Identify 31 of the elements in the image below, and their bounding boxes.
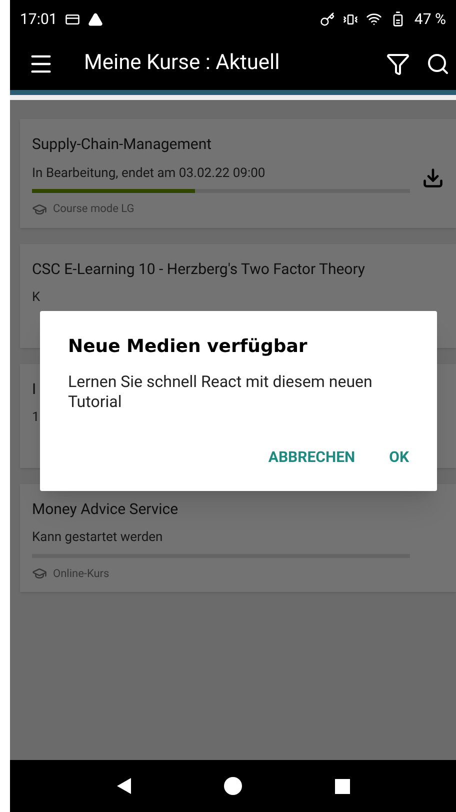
- course-title: CSC E-Learning 10 - Herzberg's Two Factor Theory: [32, 258, 366, 280]
- filter-button[interactable]: [386, 52, 410, 76]
- course-title: I: [32, 378, 36, 400]
- course-title: Supply-Chain-Management: [32, 134, 212, 155]
- cancel-button[interactable]: ABBRECHEN: [256, 440, 368, 474]
- card-icon: [65, 12, 80, 26]
- course-mode: Online-Kurs: [53, 566, 110, 582]
- course-mode: Course mode LG: [53, 201, 134, 217]
- recents-icon[interactable]: [334, 778, 350, 794]
- course-title: Money Advice Service: [32, 498, 178, 520]
- warning-icon: [88, 12, 104, 26]
- course-status: K: [32, 289, 42, 307]
- dialog-message: Lernen Sie schnell React mit diesem neuen Tutorial: [68, 372, 374, 412]
- download-icon[interactable]: [422, 167, 444, 190]
- course-card[interactable]: Money Advice Service Kann gestartet werden Online-Kurs: [20, 484, 456, 592]
- home-icon[interactable]: [224, 777, 242, 795]
- back-icon[interactable]: [116, 778, 130, 794]
- wifi-icon: [366, 11, 382, 27]
- vibrate-icon: [343, 12, 358, 26]
- status-time: 17:01: [20, 8, 58, 30]
- key-icon: [320, 12, 336, 26]
- battery-level: 47 %: [414, 8, 446, 30]
- course-card[interactable]: Supply-Chain-Management In Bearbeitung, endet am 03.02.22 09:00 Course mode LG: [20, 119, 456, 228]
- graduation-cap-icon: [32, 202, 47, 217]
- course-status: In Bearbeitung, endet am 03.02.22 09:00: [32, 164, 266, 182]
- search-button[interactable]: [426, 52, 450, 76]
- course-status: 1: [32, 409, 40, 427]
- app-title: Meine Kurse : Aktuell: [84, 50, 281, 78]
- graduation-cap-icon: [32, 566, 47, 582]
- course-status: Kann gestartet werden: [32, 529, 164, 547]
- ok-button[interactable]: OK: [377, 440, 421, 474]
